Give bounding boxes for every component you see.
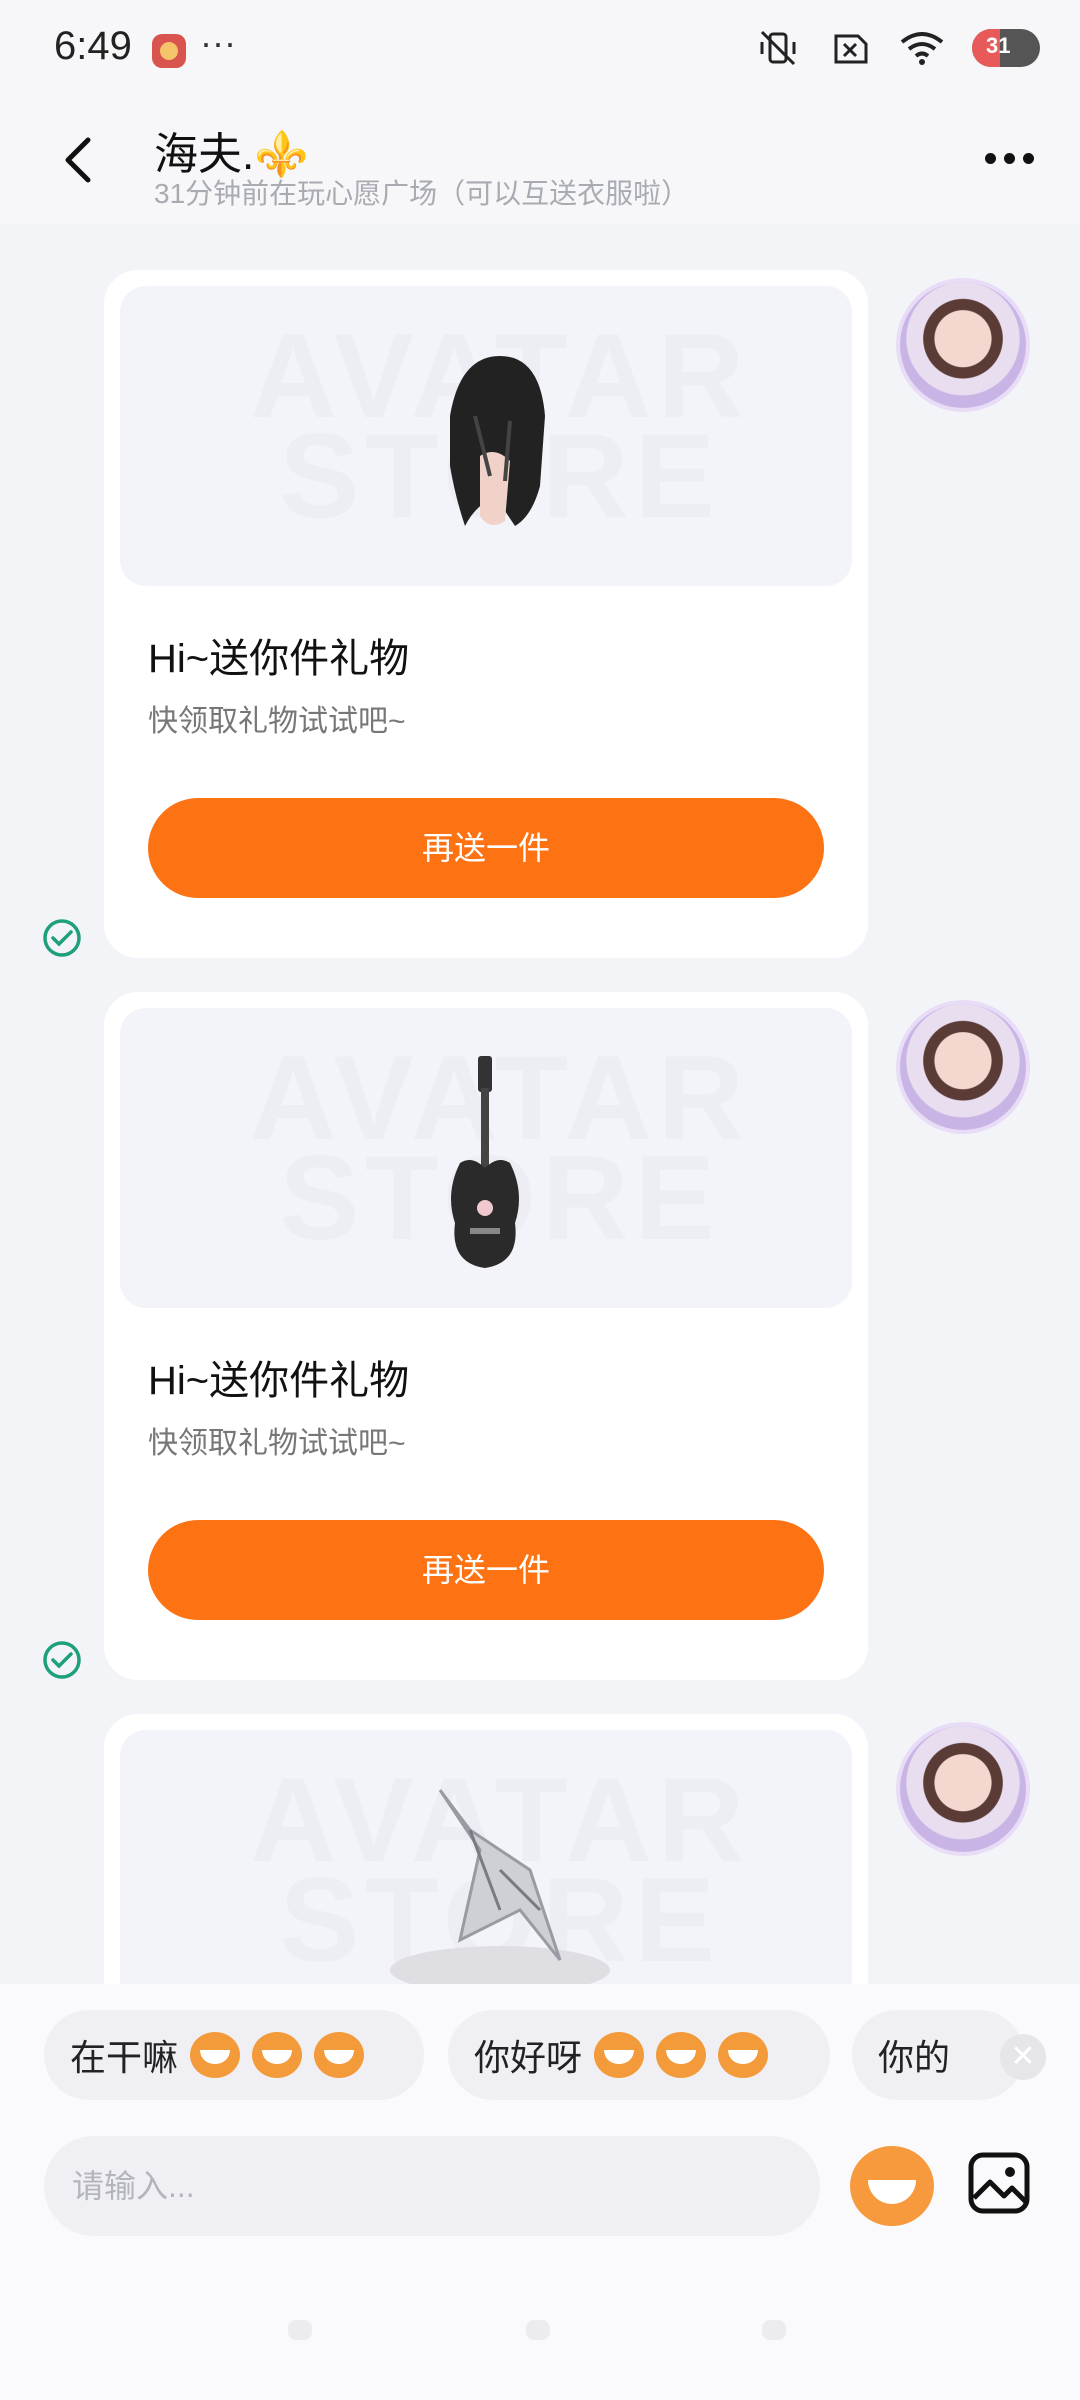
- wifi-icon: [900, 28, 944, 68]
- grin-emoji-icon: [190, 2032, 241, 2078]
- guitar-icon: [451, 1056, 519, 1268]
- surprised-emoji-icon: [656, 2032, 707, 2078]
- image-picker-button[interactable]: [966, 2150, 1032, 2216]
- smile-icon: [762, 2320, 786, 2340]
- status-bar: 6:49 ··· 31: [0, 0, 1080, 100]
- message-input[interactable]: 请输入...: [44, 2136, 820, 2236]
- gift-card[interactable]: AVATAR STORE Hi~送你件礼物 快领取礼物试试吧~ 再送一件: [104, 270, 868, 958]
- send-again-button[interactable]: 再送一件: [148, 1520, 824, 1620]
- quick-reply-text: 在干嘛: [70, 2037, 179, 2078]
- quick-reply-chip[interactable]: 在干嘛: [44, 2010, 424, 2100]
- gift-description: 快领取礼物试试吧~: [148, 705, 406, 738]
- surprised-emoji-icon: [594, 2032, 645, 2078]
- status-time: 6:49: [54, 24, 132, 68]
- input-bar: 请输入...: [0, 2114, 1080, 2254]
- gift-image-area[interactable]: AVATAR STORE: [120, 1730, 852, 1984]
- avatar[interactable]: [900, 1726, 1026, 1852]
- crystal-item-icon: [390, 1789, 610, 1984]
- no-sim-icon: [828, 28, 872, 68]
- battery-level: 31: [986, 33, 1011, 58]
- app-notification-icon: [152, 34, 186, 68]
- system-icons: 31: [756, 28, 1040, 68]
- surprised-emoji-icon: [718, 2032, 769, 2078]
- check-circle-icon: [43, 919, 81, 957]
- quick-reply-bar[interactable]: 在干嘛 你好呀 你的: [0, 1984, 1080, 2114]
- quick-reply-chip[interactable]: 你的: [852, 2010, 1024, 2100]
- more-notifications-icon: ···: [200, 22, 236, 63]
- gesture-bar: [0, 2254, 1080, 2400]
- hair-icon: [450, 356, 545, 526]
- more-options-button[interactable]: [974, 140, 1044, 176]
- emoji-sticker-button[interactable]: [850, 2146, 934, 2226]
- avatar[interactable]: [900, 1004, 1026, 1130]
- grin-emoji-icon: [314, 2032, 365, 2078]
- contact-status: 31分钟前在玩心愿广场（可以互送衣服啦）: [154, 178, 690, 209]
- quick-reply-text: 你的: [878, 2037, 951, 2078]
- gift-title: Hi~送你件礼物: [148, 1359, 410, 1403]
- gift-description: 快领取礼物试试吧~: [148, 1427, 406, 1460]
- heart-icon: [526, 2320, 550, 2340]
- check-circle-icon: [43, 1641, 81, 1679]
- chat-header: 海夫.⚜️ 31分钟前在玩心愿广场（可以互送衣服啦）: [0, 100, 1080, 224]
- quick-reply-chip[interactable]: 你好呀: [448, 2010, 830, 2100]
- quick-reply-text: 你好呀: [474, 2037, 583, 2078]
- gift-image-area[interactable]: AVATAR STORE: [120, 1008, 852, 1308]
- close-quick-replies-button[interactable]: ✕: [1000, 2034, 1046, 2080]
- battery-icon: 31: [972, 29, 1040, 67]
- gift-title: Hi~送你件礼物: [148, 637, 410, 681]
- gift-image-area[interactable]: AVATAR STORE: [120, 286, 852, 586]
- vibrate-off-icon: [756, 28, 800, 68]
- send-again-button[interactable]: 再送一件: [148, 798, 824, 898]
- gift-card[interactable]: AVATAR STORE Hi~送你件礼物 快领取礼物试试吧~ 再送一件: [104, 992, 868, 1680]
- back-button[interactable]: [50, 130, 110, 190]
- loop-icon: [288, 2320, 312, 2340]
- avatar[interactable]: [900, 282, 1026, 408]
- gift-card[interactable]: AVATAR STORE: [104, 1714, 868, 1984]
- message-list[interactable]: AVATAR STORE Hi~送你件礼物 快领取礼物试试吧~ 再送一件 AVA…: [0, 224, 1080, 1984]
- chevron-left-icon: [65, 137, 91, 183]
- grin-emoji-icon: [252, 2032, 303, 2078]
